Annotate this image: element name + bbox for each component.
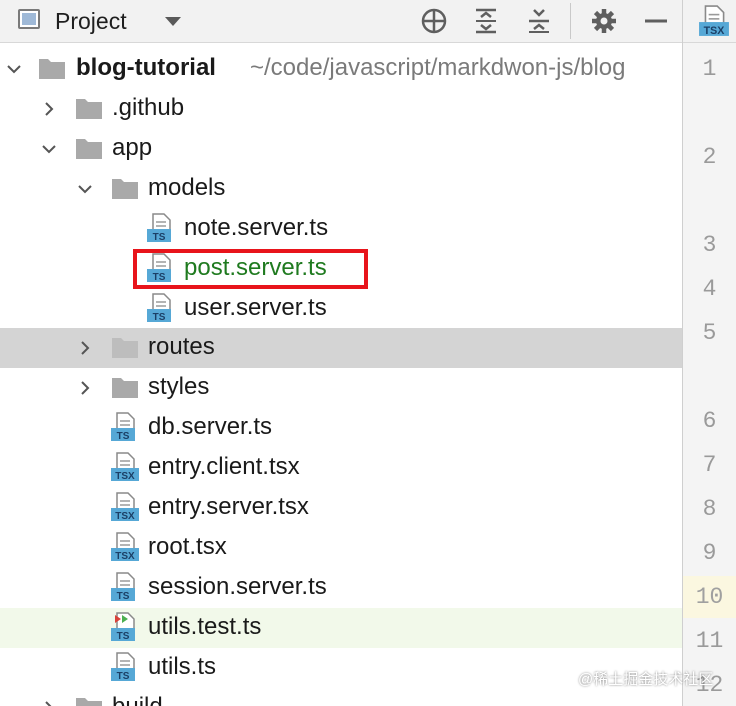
chevron-down-icon[interactable] bbox=[77, 181, 93, 197]
tree-row-root-tsx[interactable]: TSX root.tsx bbox=[0, 528, 682, 568]
line-number: 4 bbox=[702, 276, 717, 302]
locate-file-button[interactable] bbox=[419, 6, 449, 36]
tree-row-note-server-ts[interactable]: TS note.server.ts bbox=[0, 209, 682, 249]
svg-text:TSX: TSX bbox=[115, 471, 135, 482]
chevron-down-icon[interactable] bbox=[6, 61, 22, 77]
chevron-right-icon[interactable] bbox=[41, 101, 57, 117]
folder-icon bbox=[76, 698, 102, 706]
tree-row-db-server-ts[interactable]: TS db.server.ts bbox=[0, 408, 682, 448]
tree-item-label: routes bbox=[148, 333, 215, 360]
highlight-annotation-box bbox=[133, 249, 368, 289]
tree-item-label: user.server.ts bbox=[184, 294, 327, 321]
svg-text:TS: TS bbox=[153, 232, 166, 243]
tree-row-entry-client-tsx[interactable]: TSX entry.client.tsx bbox=[0, 448, 682, 488]
folder-icon bbox=[76, 139, 102, 159]
toolbar-separator bbox=[570, 3, 571, 39]
tree-item-label: session.server.ts bbox=[148, 573, 327, 600]
tree-item-label: utils.ts bbox=[148, 653, 217, 680]
project-view-title[interactable]: Project bbox=[55, 8, 127, 35]
svg-text:TSX: TSX bbox=[704, 25, 726, 37]
line-number: 1 bbox=[702, 56, 717, 82]
tree-item-label: models bbox=[148, 174, 226, 201]
folder-icon bbox=[112, 378, 138, 398]
typescript-file-icon: TS bbox=[111, 652, 135, 682]
typescript-file-icon: TS bbox=[111, 412, 135, 442]
tree-item-label: utils.test.ts bbox=[148, 613, 262, 640]
hide-panel-button[interactable] bbox=[641, 6, 671, 36]
svg-text:TSX: TSX bbox=[115, 511, 135, 522]
minimize-icon bbox=[645, 19, 667, 23]
line-number-current: 10 bbox=[683, 576, 736, 618]
typescript-file-icon: TS bbox=[147, 213, 171, 243]
tree-item-label: entry.server.tsx bbox=[148, 493, 309, 520]
tree-row-app[interactable]: app bbox=[0, 129, 682, 169]
tree-item-label: blog-tutorial bbox=[76, 54, 216, 81]
folder-icon bbox=[39, 59, 65, 79]
line-number: 6 bbox=[702, 408, 717, 434]
tree-item-label: note.server.ts bbox=[184, 214, 329, 241]
line-number: 2 bbox=[702, 144, 717, 170]
crosshair-icon bbox=[421, 8, 447, 34]
svg-text:TS: TS bbox=[117, 431, 130, 442]
expand-all-button[interactable] bbox=[471, 6, 501, 36]
svg-text:TS: TS bbox=[117, 591, 130, 602]
chevron-right-icon[interactable] bbox=[41, 700, 57, 706]
tsx-file-icon: TSX bbox=[111, 452, 139, 482]
line-number: 8 bbox=[702, 496, 717, 522]
svg-text:TS: TS bbox=[117, 671, 130, 682]
tree-item-label: .github bbox=[112, 94, 185, 121]
tsx-file-icon: TSX bbox=[111, 532, 139, 562]
tree-row-user-server-ts[interactable]: TS user.server.ts bbox=[0, 289, 682, 329]
expand-all-icon bbox=[476, 8, 496, 34]
chevron-down-icon[interactable] bbox=[41, 141, 57, 157]
project-path: ~/code/javascript/markdwon-js/blog bbox=[250, 54, 626, 81]
svg-text:TS: TS bbox=[117, 631, 130, 642]
line-number: 3 bbox=[702, 232, 717, 258]
tree-item-label: db.server.ts bbox=[148, 413, 273, 440]
typescript-file-icon: TS bbox=[111, 572, 135, 602]
line-number: 9 bbox=[702, 540, 717, 566]
tree-row-github[interactable]: .github bbox=[0, 89, 682, 129]
tree-item-label: entry.client.tsx bbox=[148, 453, 300, 480]
line-number: 11 bbox=[695, 628, 724, 654]
line-number: 5 bbox=[702, 320, 717, 346]
collapse-all-button[interactable] bbox=[524, 6, 554, 36]
chevron-right-icon[interactable] bbox=[77, 340, 93, 356]
tsx-file-icon: TSX bbox=[699, 5, 729, 37]
tree-row-session-server-ts[interactable]: TS session.server.ts bbox=[0, 568, 682, 608]
test-file-icon: TS bbox=[111, 612, 135, 642]
tree-item-label: styles bbox=[148, 373, 210, 400]
folder-icon bbox=[112, 338, 138, 358]
chevron-down-icon[interactable] bbox=[165, 17, 181, 26]
line-number: 7 bbox=[702, 452, 717, 478]
tree-row-blog-tutorial[interactable]: blog-tutorial ~/code/javascript/markdwon… bbox=[0, 49, 682, 89]
typescript-file-icon: TS bbox=[147, 293, 171, 323]
collapse-all-icon bbox=[529, 9, 549, 33]
project-tree: blog-tutorial ~/code/javascript/markdwon… bbox=[0, 47, 682, 706]
folder-icon bbox=[112, 179, 138, 199]
tree-item-label: build bbox=[112, 693, 163, 706]
tree-row-entry-server-tsx[interactable]: TSX entry.server.tsx bbox=[0, 488, 682, 528]
editor-tab[interactable]: TSX bbox=[683, 0, 736, 43]
tree-item-label: app bbox=[112, 134, 153, 161]
settings-button[interactable] bbox=[589, 6, 619, 36]
tree-row-routes[interactable]: routes bbox=[0, 328, 682, 368]
project-view-icon bbox=[18, 9, 40, 29]
tree-row-models[interactable]: models bbox=[0, 169, 682, 209]
folder-icon bbox=[76, 99, 102, 119]
svg-text:TS: TS bbox=[153, 312, 166, 323]
watermark: @稀土掘金技术社区 bbox=[578, 671, 714, 688]
project-toolbar: Project bbox=[0, 0, 682, 43]
svg-text:TSX: TSX bbox=[115, 551, 135, 562]
tree-row-build[interactable]: build bbox=[0, 688, 682, 706]
tsx-file-icon: TSX bbox=[111, 492, 139, 522]
tree-row-utils-test-ts[interactable]: TS utils.test.ts bbox=[0, 608, 682, 648]
gear-icon bbox=[592, 9, 616, 33]
chevron-right-icon[interactable] bbox=[77, 380, 93, 396]
tree-item-label: root.tsx bbox=[148, 533, 227, 560]
tree-row-styles[interactable]: styles bbox=[0, 368, 682, 408]
